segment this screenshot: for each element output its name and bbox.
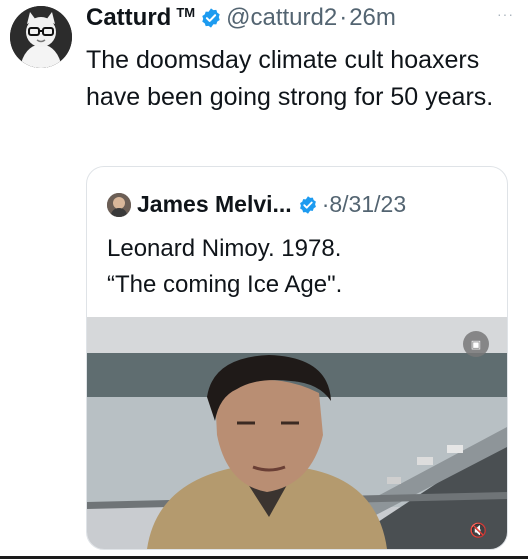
header-separator: · <box>339 4 348 31</box>
verified-badge-icon <box>202 8 220 28</box>
quoted-text-line-1: Leonard Nimoy. 1978. <box>107 235 342 262</box>
tweet-text: The doomsday climate cult hoaxers have b… <box>86 46 494 111</box>
quoted-video[interactable]: ▣ 🔇 <box>87 317 507 549</box>
video-frame <box>87 317 507 549</box>
mute-icon[interactable]: 🔇 <box>470 522 487 539</box>
gif-icon[interactable]: ▣ <box>463 331 489 357</box>
quoted-author-name[interactable]: James Melvi... <box>137 191 292 218</box>
quoted-text: Leonard Nimoy. 1978. “The coming Ice Age… <box>107 231 342 303</box>
author-avatar[interactable] <box>10 6 72 68</box>
verified-badge-icon <box>299 195 316 214</box>
more-icon[interactable]: ··· <box>497 6 514 22</box>
quoted-avatar[interactable] <box>107 192 131 217</box>
author-name[interactable]: Catturd <box>86 4 171 32</box>
quoted-separator: · <box>321 191 330 217</box>
quoted-date[interactable]: 8/31/23 <box>329 191 406 218</box>
author-handle[interactable]: @catturd2 <box>226 4 337 32</box>
tweet-timestamp[interactable]: 26m <box>349 4 396 32</box>
quoted-text-line-2: “The coming Ice Age". <box>107 271 343 298</box>
author-trademark: TM <box>176 4 196 20</box>
quoted-tweet[interactable]: James Melvi... · 8/31/23 Leonard Nimoy. … <box>86 166 508 550</box>
tweet-header: Catturd TM @catturd2 · 26m <box>86 2 396 34</box>
quoted-header: James Melvi... · 8/31/23 <box>107 191 406 218</box>
